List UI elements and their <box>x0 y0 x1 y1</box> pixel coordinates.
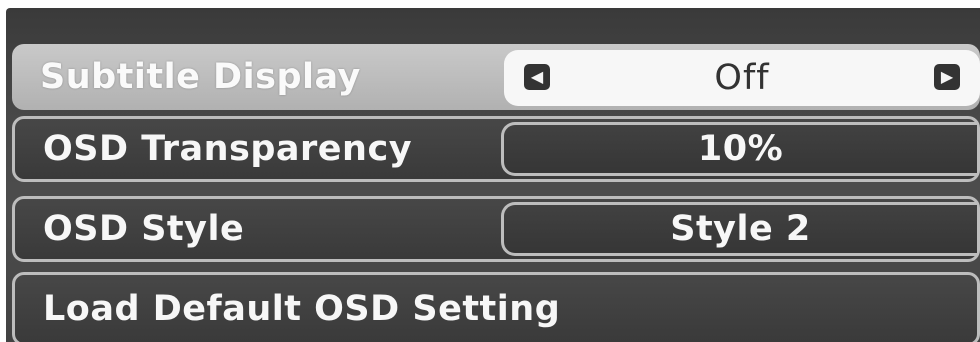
menu-item-value: Off <box>714 58 770 98</box>
right-arrow-icon[interactable]: ▶ <box>934 64 960 90</box>
menu-item-label: Load Default OSD Setting <box>43 289 561 329</box>
menu-item-value: 10% <box>697 129 784 169</box>
osd-menu: Subtitle Display ◀ Off ▶ OSD Transparenc… <box>6 8 980 342</box>
menu-item-label: Subtitle Display <box>40 57 361 97</box>
menu-item-osd-style[interactable]: OSD Style Style 2 <box>12 196 980 262</box>
menu-item-label: OSD Style <box>43 209 245 249</box>
menu-item-osd-transparency[interactable]: OSD Transparency 10% <box>12 116 980 182</box>
menu-item-subtitle-display[interactable]: Subtitle Display ◀ Off ▶ <box>12 44 980 110</box>
menu-item-value: Style 2 <box>670 209 811 249</box>
menu-item-load-default-osd-setting[interactable]: Load Default OSD Setting <box>12 272 980 342</box>
value-selector[interactable]: ◀ Off ▶ <box>504 50 980 106</box>
menu-item-label: OSD Transparency <box>43 129 413 169</box>
value-display[interactable]: Style 2 <box>501 202 977 256</box>
value-display[interactable]: 10% <box>501 122 977 176</box>
